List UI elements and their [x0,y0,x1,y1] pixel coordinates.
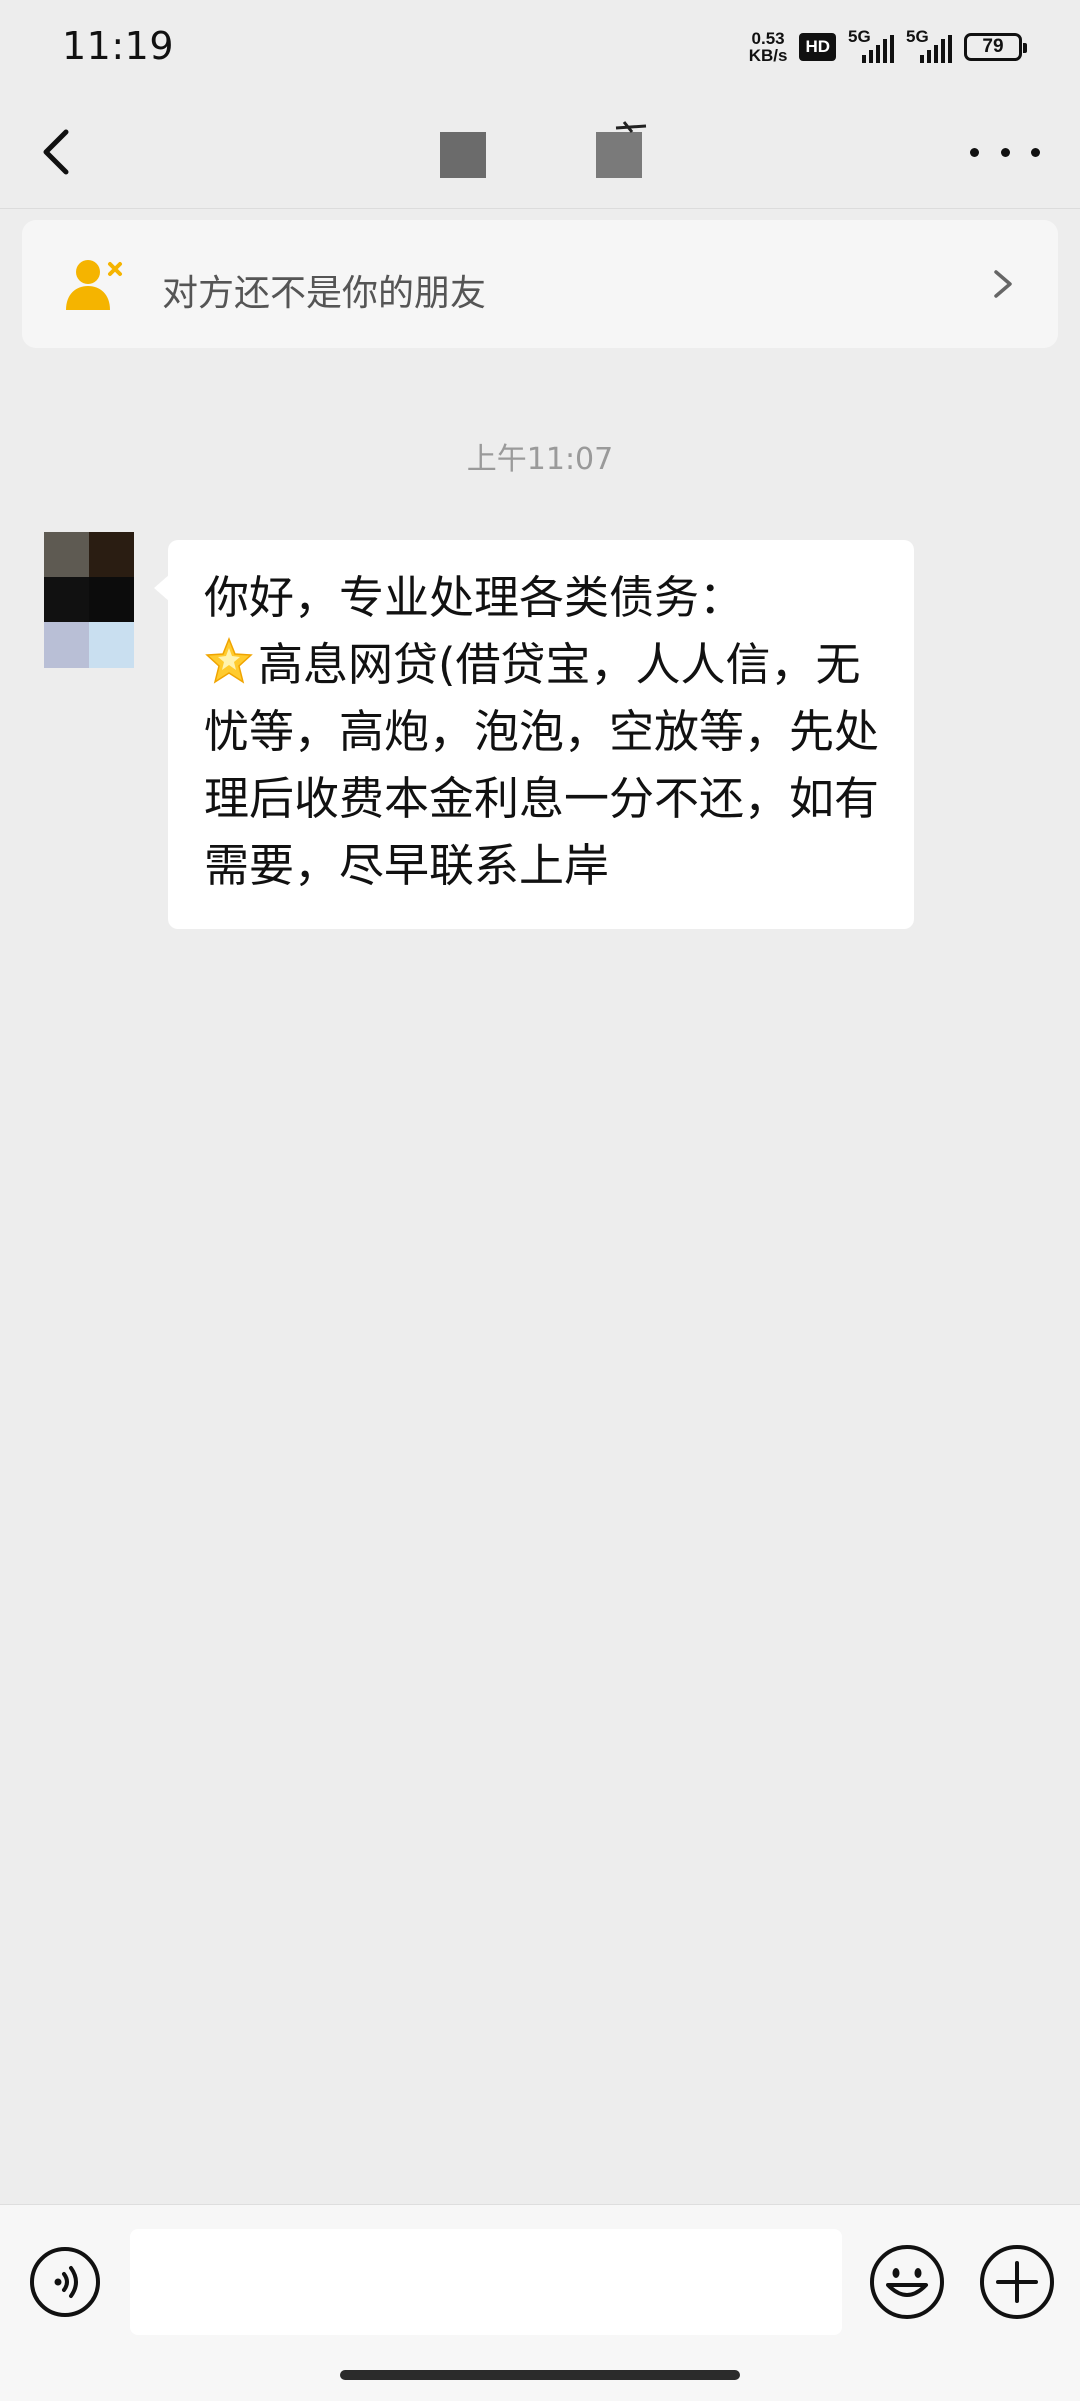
plus-icon[interactable] [978,2243,1056,2321]
message-line: 你好，专业处理各类债务： [204,571,745,624]
message-line: 需要，尽早联系上岸 [204,839,610,892]
network-speed: 0.53 KB/s [749,30,788,64]
signal-1-label: 5G [848,27,871,46]
more-dot [1000,147,1010,157]
redacted-block [596,121,647,178]
avatar-pixel [44,622,89,668]
sender-avatar[interactable] [44,532,134,668]
status-bar: 11:19 0.53 KB/s HD 5G 5G 79 [0,0,1080,96]
hd-badge: HD [799,33,836,61]
battery-icon: 79 [964,33,1027,61]
message-line: 高息网贷(借贷宝，人人信，无 [204,631,884,698]
message-timestamp: 上午11:07 [466,442,614,477]
battery-level: 79 [982,36,1004,57]
avatar-pixel [44,532,89,577]
message-line-text: 高息网贷(借贷宝，人人信，无 [258,638,861,691]
avatar-pixel [89,532,134,577]
status-indicators: 0.53 KB/s HD 5G 5G 79 [749,27,1027,64]
message-line: 理后收费本金利息一分不还，如有 [204,772,880,825]
status-time: 11:19 [62,24,175,68]
back-button[interactable] [30,112,110,192]
more-dot [970,147,979,157]
net-speed-unit: KB/s [748,46,788,65]
chevron-right-icon [994,270,1012,298]
chevron-left-icon [43,129,69,175]
message-line: 忧等，高炮，泡泡，空放等，先处 [204,705,880,758]
avatar-pixel [89,622,134,668]
contact-name-redacted [440,121,647,178]
emoji-icon[interactable] [868,2243,946,2321]
home-indicator[interactable] [340,2370,740,2380]
not-friend-text: 对方还不是你的朋友 [162,273,487,314]
chat-header [0,96,1080,209]
glowing-star-icon [205,636,253,684]
net-speed-value: 0.53 [751,29,785,48]
signal-1-icon: 5G [848,27,894,63]
more-button[interactable] [970,132,1040,172]
avatar-pixel [44,577,89,622]
signal-2-label: 5G [906,27,929,46]
message-bubble[interactable]: 你好，专业处理各类债务： 高息网贷(借贷宝，人人信，无 忧等，高炮，泡泡，空放等… [154,540,914,929]
message-input[interactable] [130,2229,842,2335]
add-friend-person-icon [66,260,122,310]
redacted-block [440,132,486,178]
avatar-pixel [89,577,134,622]
not-friend-banner[interactable]: 对方还不是你的朋友 [22,220,1058,348]
voice-input-icon[interactable] [28,2245,102,2319]
redaction-mark [615,121,647,133]
more-dot [1031,147,1040,157]
signal-2-icon: 5G [906,27,952,63]
